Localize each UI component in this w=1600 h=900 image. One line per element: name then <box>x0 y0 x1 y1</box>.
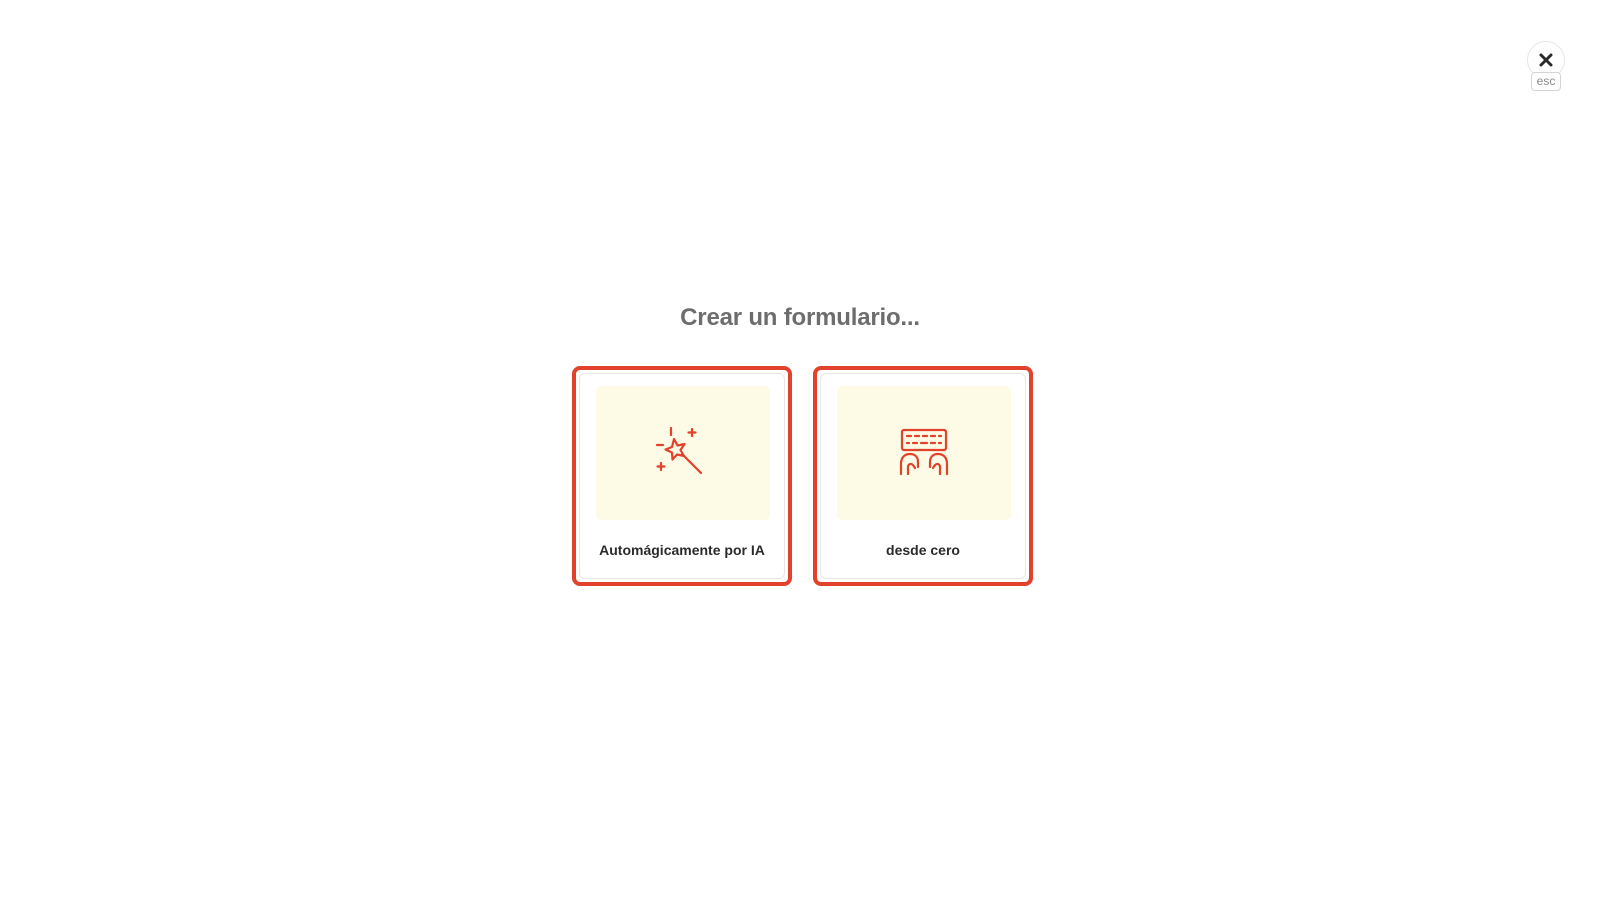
esc-shortcut-badge: esc <box>1530 72 1562 91</box>
close-icon <box>1539 53 1553 67</box>
ai-option-label: Automágicamente por IA <box>599 542 765 558</box>
dialog-title: Crear un formulario... <box>680 304 920 331</box>
scratch-option-inner: desde cero <box>820 373 1026 579</box>
keyboard-hands-icon <box>899 428 949 476</box>
ai-option-inner: Automágicamente por IA <box>579 373 785 579</box>
scratch-option-label: desde cero <box>886 542 960 558</box>
magic-wand-icon <box>655 426 703 475</box>
ai-option-card[interactable]: Automágicamente por IA <box>572 366 792 586</box>
close-control[interactable]: esc <box>1526 41 1566 91</box>
scratch-option-illustration <box>837 386 1011 520</box>
scratch-option-card[interactable]: desde cero <box>813 366 1033 586</box>
ai-option-illustration <box>596 386 770 520</box>
